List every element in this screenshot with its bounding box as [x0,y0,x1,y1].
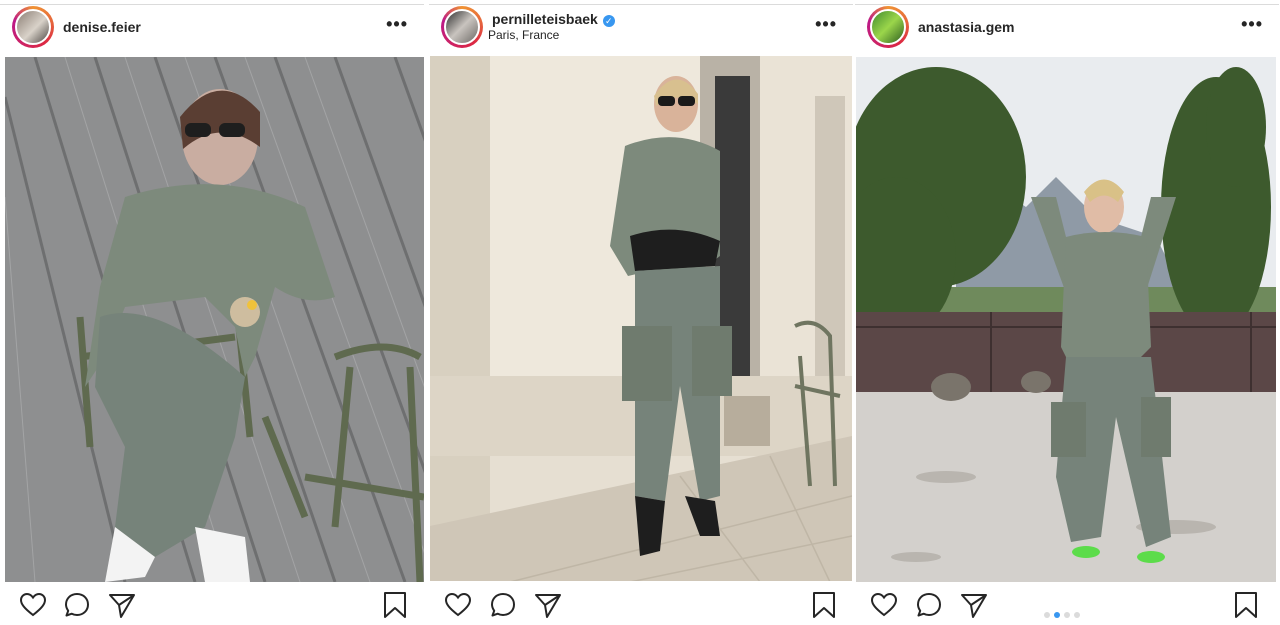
bookmark-icon[interactable] [809,590,839,620]
username[interactable]: anastasia.gem [918,19,1015,35]
more-icon[interactable]: ••• [386,14,408,35]
heart-icon[interactable] [443,590,473,620]
carousel-indicator [1044,605,1084,618]
avatar[interactable] [444,9,480,45]
story-ring[interactable] [441,6,483,48]
carousel-dot-active[interactable] [1054,612,1060,618]
share-icon[interactable] [533,590,563,620]
carousel-dot[interactable] [1064,612,1070,618]
comment-icon[interactable] [914,590,944,620]
avatar[interactable] [870,9,906,45]
heart-icon[interactable] [18,590,48,620]
heart-icon[interactable] [869,590,899,620]
username[interactable]: denise.feier [63,19,141,35]
username-text[interactable]: pernilleteisbaek [492,11,598,27]
avatar[interactable] [15,9,51,45]
carousel-dot[interactable] [1074,612,1080,618]
more-icon[interactable]: ••• [815,14,837,35]
post-photo[interactable] [430,56,852,581]
carousel-dot[interactable] [1044,612,1050,618]
post-denise-feier: denise.feier ••• [0,0,424,625]
comment-icon[interactable] [488,590,518,620]
location[interactable]: Paris, France [488,28,559,42]
comment-icon[interactable] [62,590,92,620]
verified-icon: ✓ [602,15,615,27]
bookmark-icon[interactable] [1231,590,1261,620]
post-photo[interactable] [5,57,424,582]
feed: denise.feier ••• pernilleteisbaek ✓ Pari… [0,0,1280,625]
post-actions [855,590,1279,624]
story-ring[interactable] [867,6,909,48]
post-anastasia-gem: anastasia.gem ••• [855,0,1279,625]
post-actions [0,590,424,624]
bookmark-icon[interactable] [380,590,410,620]
post-actions [429,590,853,624]
share-icon[interactable] [107,590,137,620]
post-pernilleteisbaek: pernilleteisbaek ✓ Paris, France ••• [429,0,853,625]
post-photo[interactable] [856,57,1276,582]
post-header: denise.feier ••• [0,0,424,56]
post-header: anastasia.gem ••• [855,0,1279,56]
more-icon[interactable]: ••• [1241,14,1263,35]
username[interactable]: pernilleteisbaek ✓ [492,11,615,27]
share-icon[interactable] [959,590,989,620]
story-ring[interactable] [12,6,54,48]
post-header: pernilleteisbaek ✓ Paris, France ••• [429,0,853,56]
